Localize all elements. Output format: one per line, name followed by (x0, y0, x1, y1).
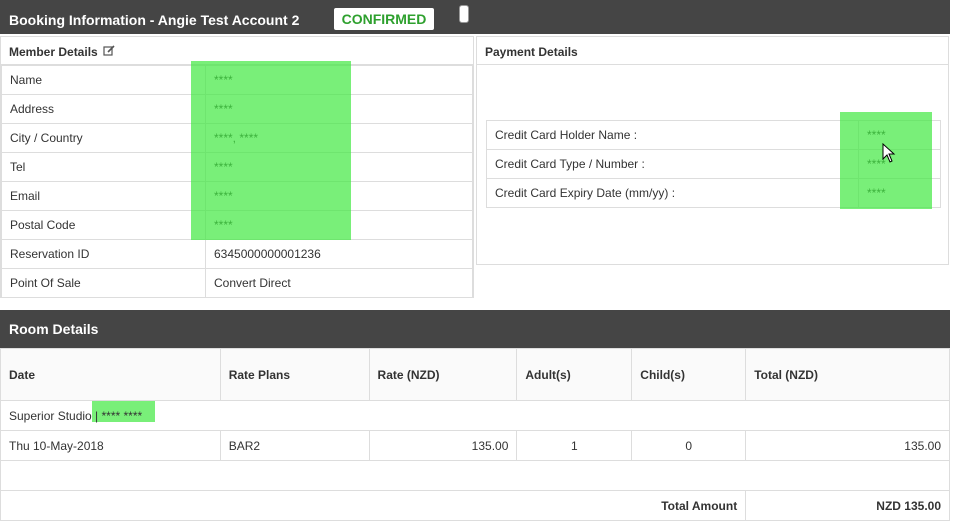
member-value: Convert Direct (205, 268, 473, 298)
table-row: Thu 10-May-2018 BAR2 135.00 1 0 135.00 (0, 430, 950, 461)
row-total: 135.00 (745, 430, 950, 461)
member-label: Postal Code (1, 210, 206, 240)
row-rate: 135.00 (368, 430, 518, 461)
total-amount-value: NZD 135.00 (745, 490, 950, 521)
col-total: Total (NZD) (745, 348, 950, 401)
col-rate: Rate (NZD) (368, 348, 518, 401)
payment-label: Credit Card Holder Name : (486, 120, 859, 150)
col-adults: Adult(s) (516, 348, 633, 401)
edit-icon[interactable] (103, 45, 115, 60)
redaction-overlay (191, 61, 351, 240)
row-adults: 1 (516, 430, 633, 461)
payment-details-title: Payment Details (477, 37, 948, 65)
payment-label: Credit Card Type / Number : (486, 149, 859, 179)
member-label: Tel (1, 152, 206, 182)
status-badge: CONFIRMED (334, 8, 434, 30)
col-rate-plans: Rate Plans (219, 348, 370, 401)
room-details-header: Room Details (0, 310, 950, 348)
booking-header: Booking Information - Angie Test Account… (0, 0, 950, 34)
page-title: Booking Information - Angie Test Account… (9, 12, 300, 28)
room-details-title: Room Details (9, 321, 99, 337)
col-date: Date (0, 348, 221, 401)
member-value: 6345000000001236 (205, 239, 473, 269)
member-label: Address (1, 94, 206, 124)
row-children: 0 (631, 430, 747, 461)
member-row: Point Of Sale Convert Direct (1, 268, 473, 298)
member-label: Point Of Sale (1, 268, 206, 298)
room-details-table: Date Rate Plans Rate (NZD) Adult(s) Chil… (0, 348, 950, 521)
member-label: Reservation ID (1, 239, 206, 269)
row-date: Thu 10-May-2018 (0, 430, 221, 461)
row-plan: BAR2 (219, 430, 370, 461)
mouse-cursor-icon (882, 142, 896, 166)
member-label: Email (1, 181, 206, 211)
member-details-title: Member Details (9, 45, 98, 59)
member-row: Reservation ID 6345000000001236 (1, 239, 473, 269)
room-group-label: Superior Studio | **** **** (0, 400, 950, 431)
payment-label: Credit Card Expiry Date (mm/yy) : (486, 178, 859, 208)
spacer-row (0, 460, 950, 491)
toggle-handle[interactable] (459, 5, 469, 23)
total-amount-label: Total Amount (0, 490, 747, 521)
col-children: Child(s) (631, 348, 747, 401)
member-label: City / Country (1, 123, 206, 153)
member-label: Name (1, 65, 206, 95)
